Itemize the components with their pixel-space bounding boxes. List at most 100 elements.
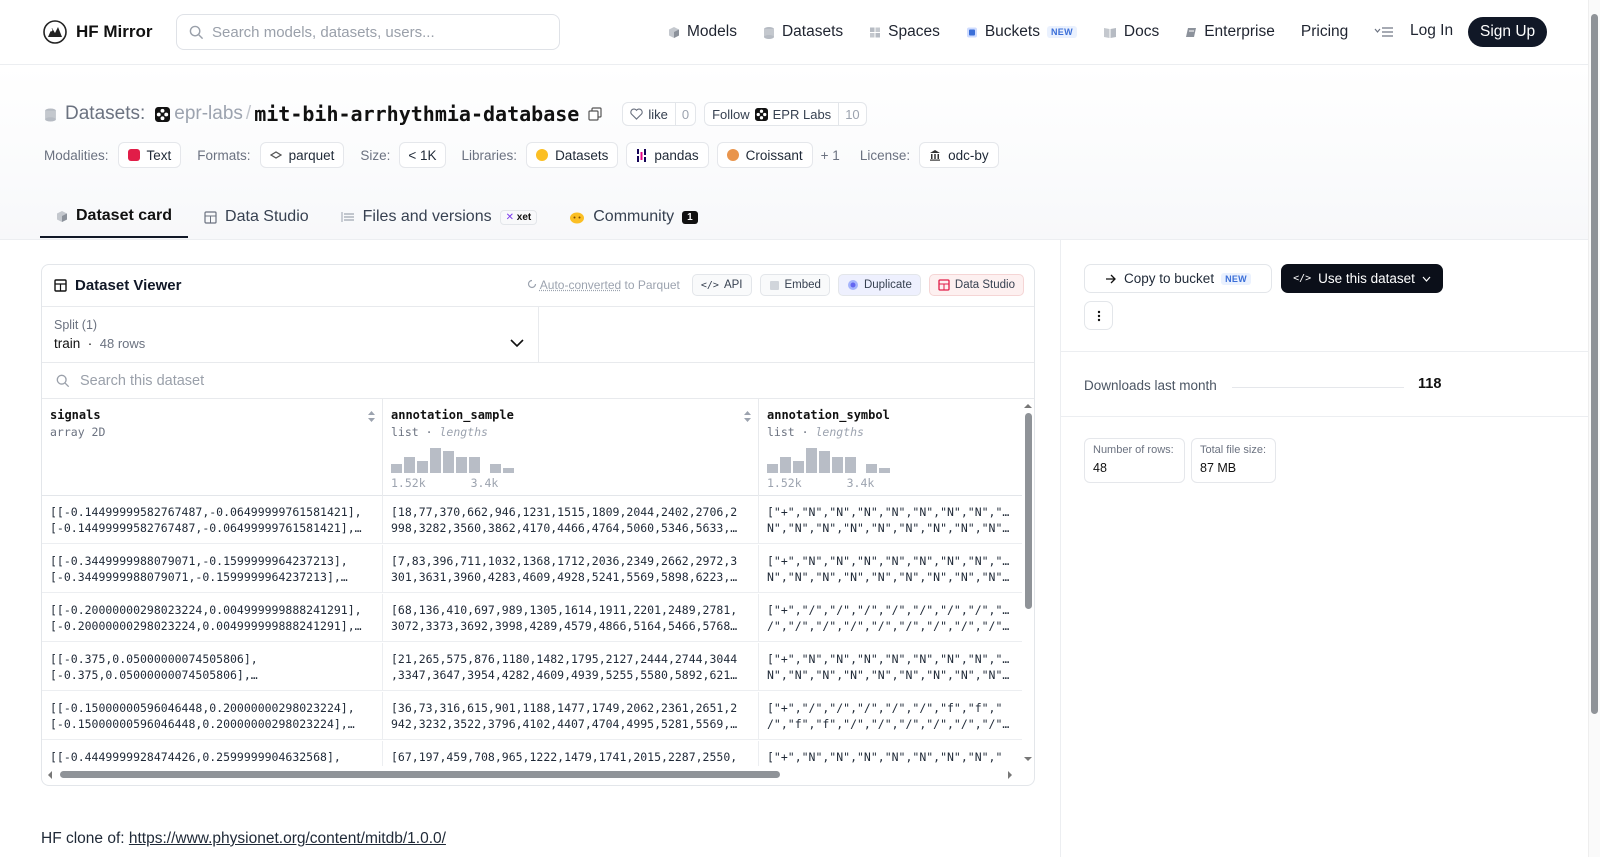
modality-tag[interactable]: Text [117,142,182,168]
global-search[interactable] [176,14,560,50]
brand-logo[interactable]: HF Mirror [42,19,153,45]
sort-icon[interactable] [743,410,752,423]
scroll-left-icon[interactable] [46,769,54,781]
follow-button[interactable]: Follow EPR Labs 10 [704,102,867,126]
table-cell[interactable]: [[-0.14499999582767487,-0.06499999761581… [42,496,383,544]
histogram-bar[interactable] [806,448,817,473]
table-cell[interactable]: [7,83,396,711,1032,1368,1712,2036,2349,2… [383,545,759,593]
sort-icon[interactable] [367,410,376,423]
nav-more-menu[interactable] [1374,26,1394,38]
table-horizontal-scrollbar[interactable] [42,766,1022,785]
signup-button[interactable]: Sign Up [1468,17,1548,47]
histogram-bar[interactable] [832,457,843,473]
table-cell[interactable]: [[-0.375,0.05000000074505806], [-0.375,0.… [42,643,383,691]
histogram-bar[interactable] [819,451,830,473]
histogram-bar[interactable] [866,464,877,473]
nav-docs[interactable]: Docs [1103,23,1159,41]
library-tag-pandas[interactable]: pandas [626,142,709,168]
more-options-button[interactable] [1084,301,1113,330]
nav-enterprise[interactable]: Enterprise [1185,23,1275,41]
page-scrollbar[interactable] [1588,0,1600,857]
table-row[interactable]: [[-0.20000000298023224,0.004999999888241… [42,594,1022,642]
embed-button[interactable]: Embed [759,274,830,296]
table-cell[interactable]: [[-0.4449999928474426,0.2599999904632568… [42,741,383,766]
clone-url-link[interactable]: https://www.physionet.org/content/mitdb/… [129,830,446,847]
tab-data-studio[interactable]: Data Studio [188,196,325,238]
table-row[interactable]: [[-0.3449999988079071,-0.159999996423721… [42,545,1022,593]
length-histogram[interactable] [767,447,890,473]
use-this-dataset-button[interactable]: </> Use this dataset [1281,264,1443,293]
length-histogram[interactable] [391,447,514,473]
tab-community[interactable]: Community 1 [553,196,713,238]
scrollbar-thumb[interactable] [60,771,780,778]
format-tag[interactable]: parquet [259,142,345,168]
api-button[interactable]: </> API [691,274,752,296]
table-row[interactable]: [[-0.4449999928474426,0.2599999904632568… [42,741,1022,766]
table-cell[interactable]: ["+","N","N","N","N","N","N","N","N"," N"… [759,643,1022,691]
table-cell[interactable]: ["+","/","/","/","/","/","/","/","/"," /"… [759,594,1022,642]
histogram-bar[interactable] [503,468,514,473]
repo-type-label[interactable]: Datasets: [65,103,145,125]
histogram-bar[interactable] [417,461,428,473]
table-cell[interactable]: ["+","N","N","N","N","N","N","N","N"," N"… [759,545,1022,593]
table-cell[interactable]: [18,77,370,662,946,1231,1515,1809,2044,2… [383,496,759,544]
nav-buckets[interactable]: Buckets NEW [966,23,1077,41]
histogram-bar[interactable] [845,457,856,473]
nav-datasets[interactable]: Datasets [763,23,843,41]
global-search-input[interactable] [212,23,532,41]
table-cell[interactable]: ["+","/","/","/","/","/","f","f"," /","f"… [759,692,1022,740]
nav-pricing[interactable]: Pricing [1301,23,1348,41]
page-scrollbar-thumb[interactable] [1591,14,1598,714]
table-cell[interactable]: [36,73,316,615,901,1188,1477,1749,2062,2… [383,692,759,740]
histogram-bar[interactable] [469,457,480,473]
data-studio-button[interactable]: Data Studio [928,274,1024,296]
repo-name[interactable]: mit-bih-arrhythmia-database [254,102,579,126]
histogram-bar[interactable] [456,457,467,473]
histogram-bar[interactable] [443,451,454,473]
histogram-bar[interactable] [490,464,501,473]
size-tag[interactable]: < 1K [399,142,446,168]
login-link[interactable]: Log In [1410,22,1453,40]
table-cell[interactable]: [[-0.20000000298023224,0.004999999888241… [42,594,383,642]
histogram-bar[interactable] [879,468,890,473]
tab-files-and-versions[interactable]: Files and versions ✕ xet [325,196,554,238]
histogram-bar[interactable] [430,448,441,473]
histogram-bar[interactable] [767,464,778,473]
table-cell[interactable]: [[-0.15000000596046448,0.200000002980232… [42,692,383,740]
scroll-down-icon[interactable] [1022,755,1034,763]
like-button[interactable]: like 0 [622,102,697,126]
histogram-bar[interactable] [780,457,791,473]
table-row[interactable]: [[-0.15000000596046448,0.200000002980232… [42,692,1022,740]
dataset-search-input[interactable] [80,372,480,389]
table-cell[interactable]: ["+","N","N","N","N","N","N","N","N"," N"… [759,496,1022,544]
library-tag-croissant[interactable]: Croissant [716,142,813,168]
repo-org-link[interactable]: epr-labs [174,103,243,125]
table-cell[interactable]: [[-0.3449999988079071,-0.159999996423721… [42,545,383,593]
nav-spaces[interactable]: Spaces [869,23,940,41]
split-selector[interactable]: Split (1) train · 48 rows [42,307,539,363]
table-row[interactable]: [[-0.375,0.05000000074505806], [-0.375,0.… [42,643,1022,691]
copy-to-bucket-button[interactable]: Copy to bucket NEW [1084,264,1272,293]
autoconverted-link[interactable]: Auto-converted [540,278,621,292]
table-vertical-scrollbar[interactable] [1022,399,1034,766]
scroll-up-icon[interactable] [1022,402,1034,410]
table-cell[interactable]: [21,265,575,876,1180,1482,1795,2127,2444… [383,643,759,691]
histogram-bar[interactable] [404,457,415,473]
duplicate-button[interactable]: Duplicate [837,274,921,296]
libraries-more[interactable]: + 1 [821,148,840,163]
dataset-search[interactable] [42,363,1034,399]
license-tag[interactable]: odc-by [919,142,999,168]
histogram-bar[interactable] [391,464,402,473]
table-cell[interactable]: [67,197,459,708,965,1222,1479,1741,2015,… [383,741,759,766]
table-row[interactable]: [[-0.14499999582767487,-0.06499999761581… [42,496,1022,544]
library-tag-datasets[interactable]: Datasets [526,142,619,168]
column-header-annotation-symbol[interactable]: annotation_symbol list · lengths 1.52k 3.… [759,399,1022,496]
table-cell[interactable]: ["+","N","N","N","N","N","N","N"," [759,741,1022,766]
nav-models[interactable]: Models [668,23,737,41]
copy-icon[interactable] [588,107,602,121]
column-header-signals[interactable]: signals array 2D [42,399,383,496]
scrollbar-thumb[interactable] [1025,413,1032,609]
table-cell[interactable]: [68,136,410,697,989,1305,1614,1911,2201,… [383,594,759,642]
histogram-bar[interactable] [793,461,804,473]
tab-dataset-card[interactable]: Dataset card [40,196,189,238]
